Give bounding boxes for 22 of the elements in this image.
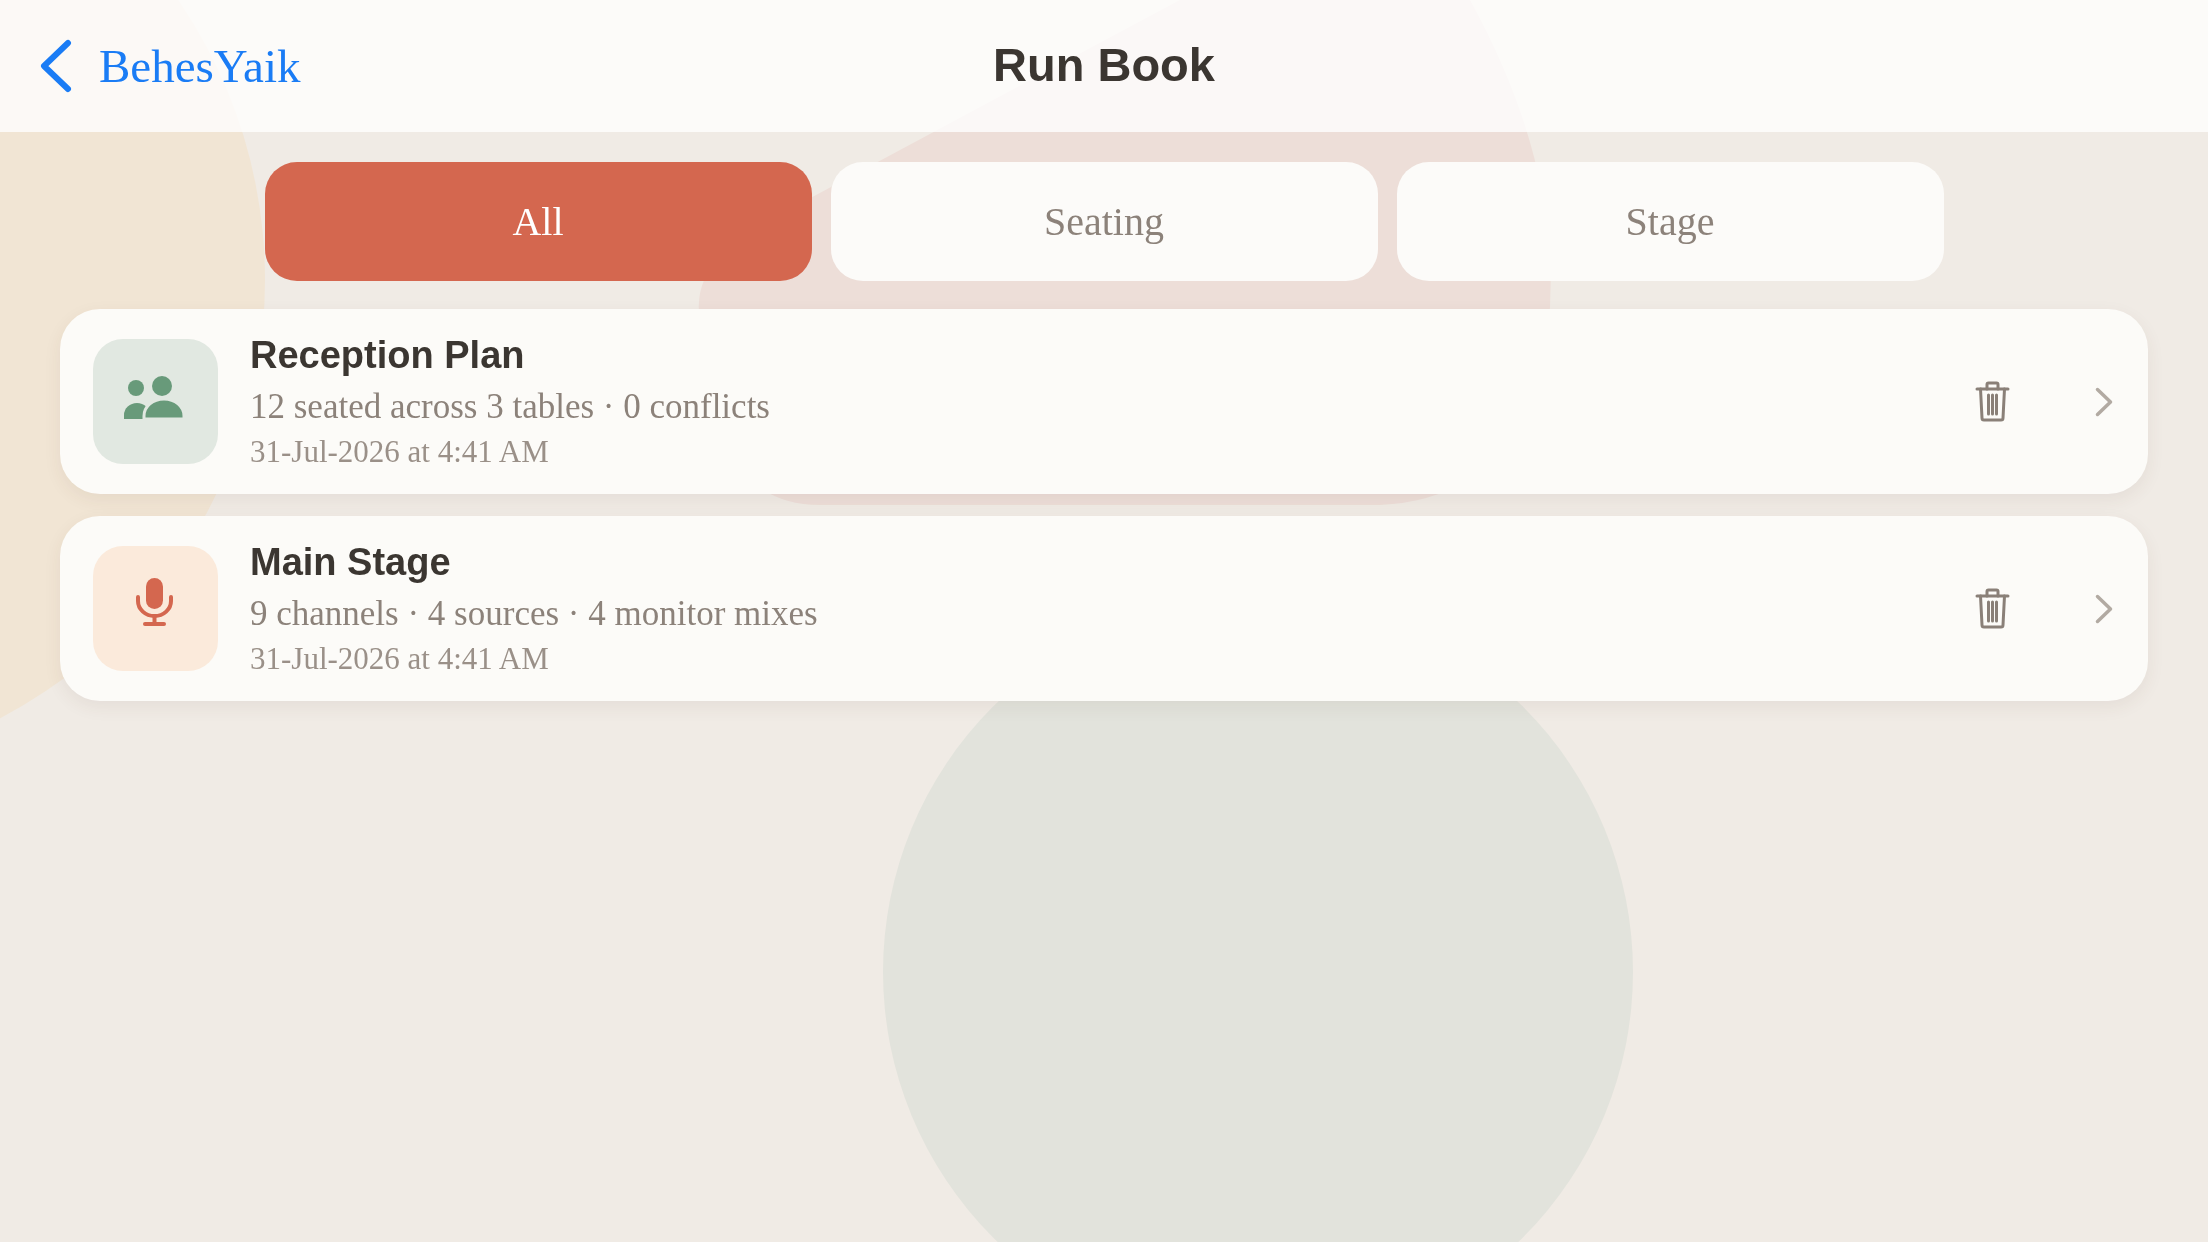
card-summary: 12 seated across 3 tables · 0 conflicts <box>250 385 770 428</box>
card-summary: 9 channels · 4 sources · 4 monitor mixes <box>250 592 818 635</box>
filter-tab[interactable]: All <box>264 162 812 281</box>
list-card[interactable]: Reception Plan 12 seated across 3 tables · 0 conflicts 31-Jul-2026 at 4:41 AM <box>60 309 2148 494</box>
nav-title: Run Book <box>993 37 1215 93</box>
microphone-icon <box>93 546 218 671</box>
card-title: Main Stage <box>250 539 451 585</box>
delete-button[interactable] <box>1975 381 2010 422</box>
trash-icon <box>1975 588 2010 629</box>
card-date: 31-Jul-2026 at 4:41 AM <box>250 432 549 471</box>
filter-tab[interactable]: Stage <box>1396 162 1944 281</box>
delete-button[interactable] <box>1975 588 2010 629</box>
card-title: Reception Plan <box>250 332 525 378</box>
card-date: 31-Jul-2026 at 4:41 AM <box>250 639 549 678</box>
people-icon <box>93 339 218 464</box>
trash-icon <box>1975 381 2010 422</box>
chevron-right-icon <box>2095 593 2113 624</box>
back-icon <box>39 39 73 93</box>
list-card[interactable]: Main Stage 9 channels · 4 sources · 4 monitor mixes 31-Jul-2026 at 4:41 AM <box>60 516 2148 701</box>
chevron-right-icon <box>2095 386 2113 417</box>
filter-tab[interactable]: Seating <box>830 162 1378 281</box>
back-button[interactable]: BehesYaik <box>39 38 301 94</box>
